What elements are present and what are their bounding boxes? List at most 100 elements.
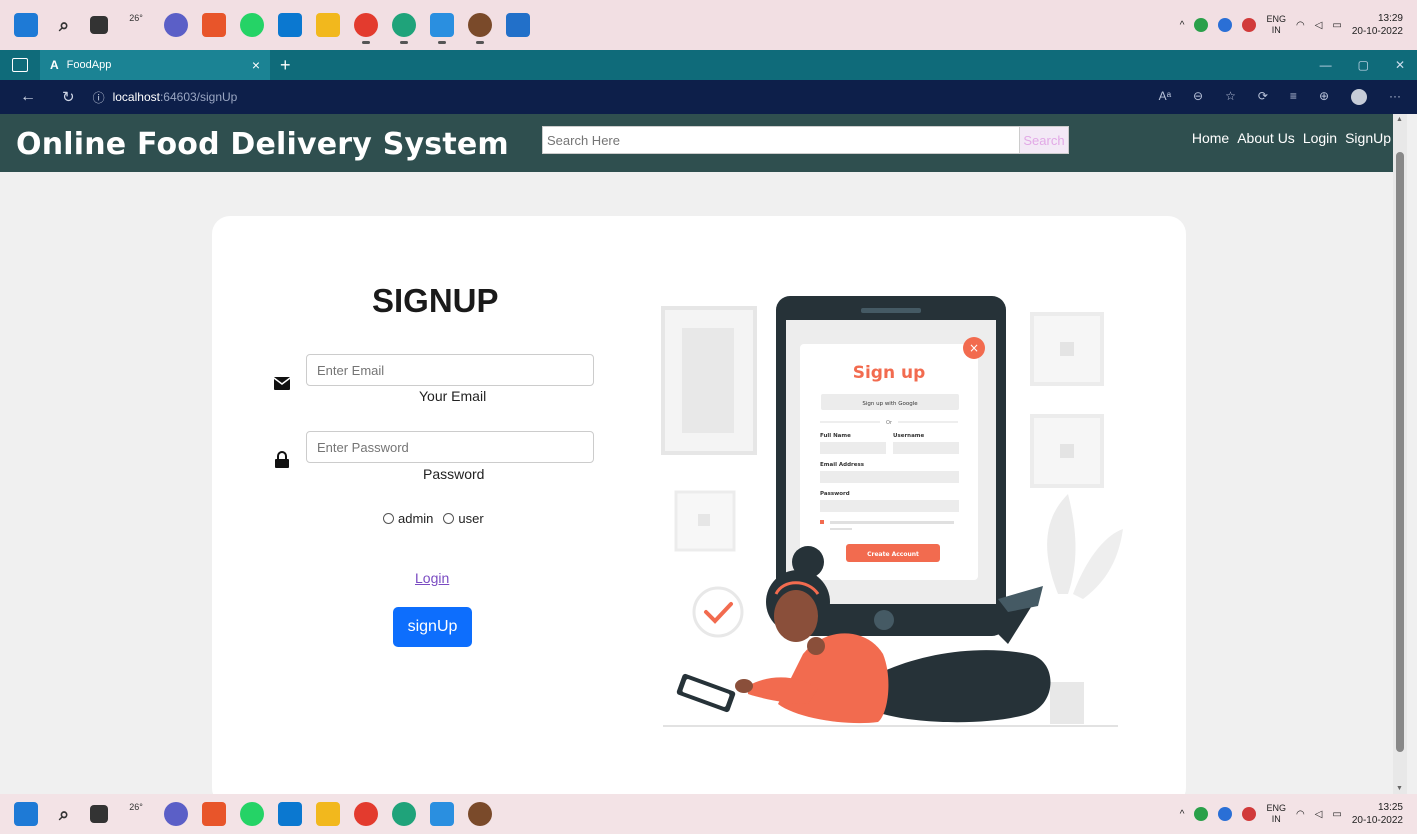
envelope-icon: [273, 377, 291, 394]
sync-icon[interactable]: [1242, 18, 1257, 32]
security-icon[interactable]: [1194, 807, 1209, 821]
info-icon[interactable]: ⓘ: [93, 89, 105, 106]
email-label: Your Email: [419, 388, 487, 404]
photos-icon[interactable]: [506, 13, 530, 37]
language-indicator[interactable]: ENG IN: [1266, 14, 1286, 36]
teams-chat-icon[interactable]: [164, 13, 188, 37]
taskbar-icons: ⌕ 26°: [0, 13, 530, 44]
security-icon[interactable]: [1194, 18, 1209, 32]
taskbar-bottom-icons: ⌕ 26°: [0, 802, 492, 826]
search-icon[interactable]: ⌕: [52, 13, 76, 37]
radio-user-label: user: [458, 511, 484, 526]
url-field[interactable]: ⓘ localhost:64603/signUp: [93, 89, 238, 106]
frame-left-small-inner: [698, 514, 710, 526]
back-arrow-icon[interactable]: ←: [20, 88, 36, 106]
chevron-up-icon[interactable]: ^: [1180, 809, 1185, 820]
email-field[interactable]: [306, 354, 594, 386]
collections-icon[interactable]: ⊕: [1319, 89, 1329, 105]
search-icon[interactable]: ⌕: [52, 802, 76, 826]
wifi-icon[interactable]: ◠: [1296, 20, 1305, 31]
wifi-icon[interactable]: ◠: [1296, 809, 1305, 820]
clock[interactable]: 13:25 20-10-2022: [1352, 801, 1403, 827]
clock[interactable]: 13:29 20-10-2022: [1352, 12, 1403, 38]
vscode-icon[interactable]: [430, 13, 454, 44]
login-link[interactable]: Login: [415, 570, 449, 586]
new-tab-icon[interactable]: +: [280, 55, 291, 76]
weather-widget[interactable]: 26°: [122, 802, 150, 826]
tab-foodapp[interactable]: A FoodApp ×: [40, 50, 270, 80]
scroll-down-icon[interactable]: ▼: [1396, 785, 1403, 792]
favorite-star-icon[interactable]: ☆: [1225, 89, 1236, 105]
task-view-icon[interactable]: [90, 16, 108, 34]
bluetooth-icon[interactable]: [1218, 18, 1233, 32]
plant-leaf-1: [1047, 494, 1076, 594]
lang-code: ENG: [1266, 14, 1286, 24]
scroll-thumb[interactable]: [1396, 152, 1404, 752]
app-icon-brown[interactable]: [468, 13, 492, 44]
file-explorer-icon[interactable]: [316, 802, 340, 826]
browser-toolbar: Aᵃ ⊖ ☆ ⟳ ≡ ⊕ ···: [1159, 89, 1401, 105]
window-close-icon[interactable]: ✕: [1395, 58, 1405, 72]
screen-password-input: [820, 500, 959, 512]
chrome-icon[interactable]: [354, 802, 378, 826]
mail-icon[interactable]: [278, 13, 302, 37]
nav-link-login[interactable]: Login: [1303, 130, 1337, 146]
whatsapp-icon[interactable]: [240, 802, 264, 826]
app-icon-orange[interactable]: [202, 802, 226, 826]
task-view-icon[interactable]: [90, 805, 108, 823]
scroll-up-icon[interactable]: ▲: [1396, 116, 1403, 123]
teams-chat-icon[interactable]: [164, 802, 188, 826]
app-icon-brown[interactable]: [468, 802, 492, 826]
reload-icon[interactable]: ↻: [62, 88, 75, 106]
nav-link-signup[interactable]: SignUp: [1345, 130, 1391, 146]
bluetooth-icon[interactable]: [1218, 807, 1233, 821]
more-menu-icon[interactable]: ···: [1389, 89, 1401, 105]
password-field[interactable]: [306, 431, 594, 463]
app-icon-orange[interactable]: [202, 13, 226, 37]
language-indicator[interactable]: ENG IN: [1266, 803, 1286, 825]
battery-icon[interactable]: ▭: [1332, 809, 1341, 820]
restore-icon[interactable]: ▢: [1358, 58, 1369, 72]
weather-widget[interactable]: 26°: [122, 13, 150, 37]
tab-title: FoodApp: [66, 59, 112, 71]
windows-start-icon[interactable]: [14, 13, 38, 37]
edge-icon[interactable]: [392, 802, 416, 826]
search-button[interactable]: Search: [1019, 126, 1069, 154]
site-brand[interactable]: Online Food Delivery System: [16, 127, 509, 162]
sync-icon[interactable]: [1242, 807, 1257, 821]
role-radio-group: admin user: [383, 511, 484, 526]
signup-button[interactable]: signUp: [393, 607, 472, 647]
tablet-home-button: [874, 610, 894, 630]
screen-email-label: Email Address: [820, 462, 865, 468]
whatsapp-icon[interactable]: [240, 13, 264, 37]
search-input[interactable]: [542, 126, 1020, 154]
vscode-icon[interactable]: [430, 802, 454, 826]
volume-icon[interactable]: ◁: [1315, 20, 1323, 31]
edge-icon[interactable]: [392, 13, 416, 44]
radio-admin[interactable]: [383, 513, 394, 524]
profile-avatar-icon[interactable]: [1351, 89, 1367, 105]
screen-username-label: Username: [893, 433, 925, 439]
battery-icon[interactable]: ▭: [1332, 20, 1341, 31]
read-aloud-icon[interactable]: Aᵃ: [1159, 89, 1171, 105]
file-explorer-icon[interactable]: [316, 13, 340, 37]
nav-link-home[interactable]: Home: [1192, 130, 1229, 146]
close-icon[interactable]: ×: [252, 57, 260, 73]
extensions-icon[interactable]: ⟳: [1258, 89, 1268, 105]
windows-start-icon[interactable]: [14, 802, 38, 826]
weather-temp: 26°: [129, 802, 143, 812]
tab-actions-icon[interactable]: [12, 58, 28, 72]
mail-icon[interactable]: [278, 802, 302, 826]
chrome-icon[interactable]: [354, 13, 378, 44]
minimize-icon[interactable]: —: [1320, 58, 1332, 72]
page-scrollbar[interactable]: ▲ ▼: [1393, 114, 1407, 794]
radio-user[interactable]: [443, 513, 455, 524]
chevron-up-icon[interactable]: ^: [1180, 20, 1185, 31]
volume-icon[interactable]: ◁: [1315, 809, 1323, 820]
nav-link-about[interactable]: About Us: [1237, 130, 1295, 146]
favorites-list-icon[interactable]: ≡: [1290, 89, 1297, 105]
clock-time: 13:25: [1377, 802, 1403, 813]
frame-right-mid-inner: [1060, 444, 1074, 458]
screen-password-label: Password: [820, 491, 850, 497]
zoom-icon[interactable]: ⊖: [1193, 89, 1203, 105]
